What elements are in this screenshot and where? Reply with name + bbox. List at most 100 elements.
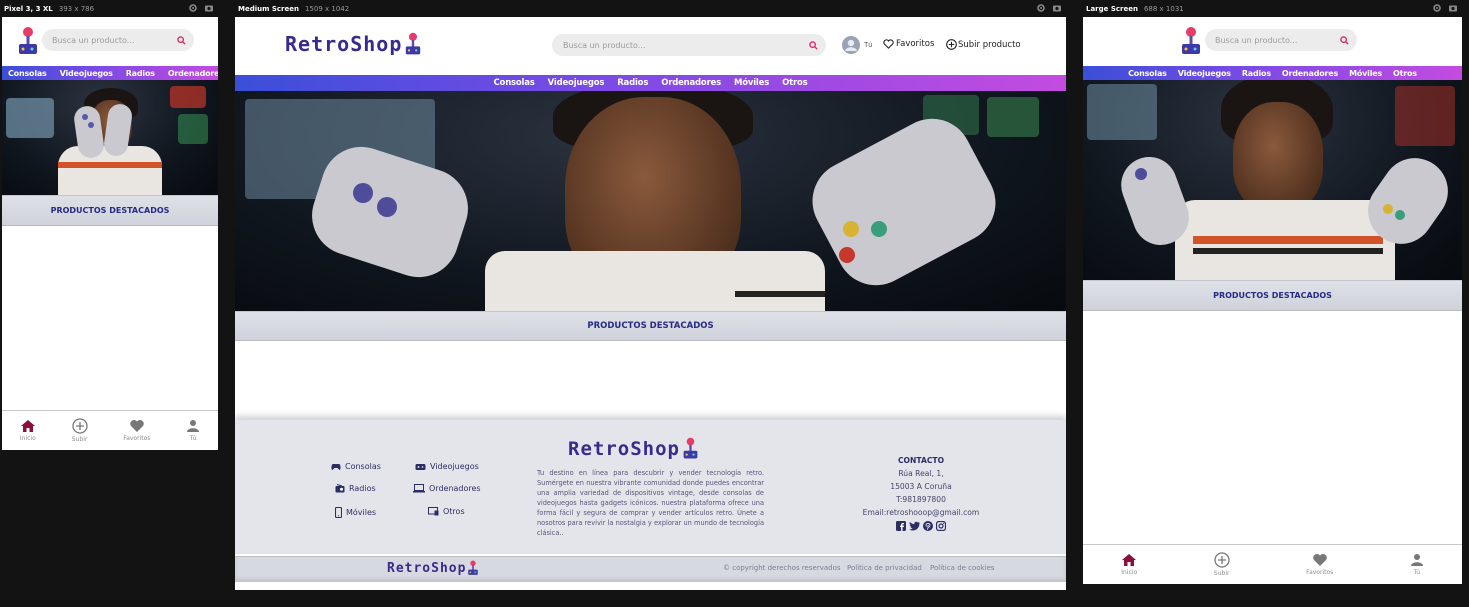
contact-address-line2: 15003 A Coruña — [890, 482, 952, 491]
nav-item-radios[interactable]: Radios — [126, 69, 155, 78]
nav-item-videojuegos[interactable]: Videojuegos — [1178, 69, 1231, 78]
search-placeholder: Busca un producto... — [52, 35, 135, 45]
footer-link-radios-label: Radios — [349, 484, 376, 493]
frame-tools-large — [1432, 3, 1458, 13]
footer-link-otros[interactable]: Otros — [428, 507, 465, 516]
privacy-policy-link[interactable]: Política de privacidad — [847, 564, 922, 572]
joystick-logo-icon — [683, 437, 698, 459]
heart-icon — [1312, 554, 1327, 566]
header: RetroShop Busca un producto... Tú Favori… — [235, 17, 1066, 75]
nav-item-consolas[interactable]: Consolas — [494, 78, 535, 88]
avatar-icon — [842, 36, 860, 54]
category-nav: Consolas Videojuegos Radios Ordenadores … — [235, 75, 1066, 91]
footer-link-moviles-label: Móviles — [346, 508, 377, 517]
bottom-nav-home[interactable]: Inicio — [20, 419, 36, 442]
joystick-logo-icon[interactable] — [1180, 26, 1202, 56]
home-icon — [1122, 554, 1137, 566]
instagram-icon[interactable] — [936, 521, 946, 531]
gamepad-icon — [331, 463, 341, 470]
favorites-link[interactable]: Favoritos — [883, 39, 934, 49]
frame-name-small: Pixel 3, 3 XL — [4, 5, 53, 13]
bottom-nav-upload[interactable]: Subir — [1214, 552, 1230, 577]
bottom-nav-upload[interactable]: Subir — [72, 418, 88, 443]
screenshot-icon[interactable] — [1448, 3, 1458, 13]
twitter-icon[interactable] — [909, 521, 920, 531]
bottom-nav-favorites-label: Favoritos — [1306, 569, 1334, 576]
footer-link-consolas[interactable]: Consolas — [331, 462, 381, 471]
category-nav: Consolas Videojuegos Radios Ordenadores — [2, 66, 218, 80]
header: Busca un producto... — [1083, 17, 1462, 66]
footer-link-moviles[interactable]: Móviles — [335, 507, 376, 518]
screenshot-icon[interactable] — [1052, 3, 1062, 13]
user-label: Tú — [864, 41, 873, 49]
bottom-nav-upload-label: Subir — [71, 436, 88, 443]
nav-item-consolas[interactable]: Consolas — [8, 69, 47, 78]
bottom-nav-favorites-label: Favoritos — [123, 435, 151, 442]
footer-link-ordenadores[interactable]: Ordenadores — [413, 484, 481, 493]
nav-item-videojuegos[interactable]: Videojuegos — [60, 69, 113, 78]
screenshot-icon[interactable] — [204, 3, 214, 13]
plus-circle-icon — [71, 418, 88, 434]
contact-address-line1: Rúa Real, 1, — [898, 469, 944, 478]
joystick-logo-icon[interactable] — [17, 26, 39, 56]
pinterest-icon[interactable] — [923, 521, 933, 531]
search-icon[interactable] — [809, 40, 818, 50]
featured-section-title: PRODUCTOS DESTACADOS — [2, 195, 218, 226]
upload-product-button[interactable]: Subir producto — [946, 39, 1021, 50]
footer-link-radios[interactable]: Radios — [335, 484, 376, 493]
search-input[interactable]: Busca un producto... — [42, 29, 194, 51]
bottom-nav: Inicio Subir Favoritos Tú — [1083, 544, 1462, 584]
nav-item-ordenadores[interactable]: Ordenadores — [661, 78, 721, 88]
frame-large: Busca un producto... Consolas Videojuego… — [1083, 17, 1462, 584]
bottom-nav-user[interactable]: Tú — [186, 419, 200, 442]
search-input[interactable]: Busca un producto... — [552, 34, 826, 56]
heart-outline-icon — [883, 39, 894, 49]
nav-item-radios[interactable]: Radios — [617, 78, 648, 88]
cookies-policy-link[interactable]: Política de cookies — [930, 564, 995, 572]
settings-icon[interactable] — [1036, 3, 1046, 13]
subfooter-brand-logo[interactable]: RetroShop — [387, 560, 479, 576]
plus-circle-icon — [1214, 552, 1230, 568]
contact-email[interactable]: Email:retroshooop@gmail.com — [841, 506, 1001, 519]
search-icon[interactable] — [1340, 35, 1349, 45]
bottom-nav-favorites[interactable]: Favoritos — [1306, 553, 1333, 576]
bottom-nav-upload-label: Subir — [1213, 570, 1230, 577]
nav-item-consolas[interactable]: Consolas — [1128, 69, 1167, 78]
frame-size-large: 688 x 1031 — [1143, 5, 1184, 13]
footer: Consolas Videojuegos Radios Ordenadores … — [235, 420, 1066, 554]
bottom-nav-home[interactable]: Inicio — [1121, 553, 1137, 576]
search-input[interactable]: Busca un producto... — [1205, 29, 1357, 51]
bottom-nav-favorites[interactable]: Favoritos — [123, 419, 150, 442]
nav-item-moviles[interactable]: Móviles — [1349, 69, 1382, 78]
nav-item-radios[interactable]: Radios — [1242, 69, 1271, 78]
bottom-nav-home-label: Inicio — [1121, 569, 1138, 576]
bottom-nav-user-label: Tú — [189, 435, 197, 442]
subfooter-brand-name: RetroShop — [387, 561, 467, 576]
footer-link-videojuegos[interactable]: Videojuegos — [415, 462, 479, 471]
footer-brand-logo[interactable]: RetroShop — [568, 437, 699, 460]
user-menu[interactable]: Tú — [842, 36, 872, 54]
footer-description: Tu destino en línea para descubrir y ven… — [537, 469, 764, 537]
bottom-nav-user[interactable]: Tú — [1410, 553, 1424, 576]
search-icon[interactable] — [177, 35, 186, 45]
nav-item-moviles[interactable]: Móviles — [734, 78, 769, 88]
featured-section-title: PRODUCTOS DESTACADOS — [1083, 280, 1462, 311]
facebook-icon[interactable] — [896, 521, 906, 531]
settings-icon[interactable] — [1432, 3, 1442, 13]
brand-logo[interactable]: RetroShop — [285, 32, 422, 56]
nav-item-otros[interactable]: Otros — [782, 78, 808, 88]
upload-product-label: Subir producto — [958, 39, 1021, 50]
settings-icon[interactable] — [188, 3, 198, 13]
footer-contact: CONTACTO Rúa Real, 1, 15003 A Coruña T:9… — [841, 454, 1001, 531]
nav-item-ordenadores[interactable]: Ordenadores — [168, 69, 218, 78]
plus-circle-icon — [946, 39, 957, 50]
nav-item-otros[interactable]: Otros — [1393, 69, 1417, 78]
footer-link-consolas-label: Consolas — [345, 462, 381, 471]
hero-image — [235, 91, 1066, 311]
search-placeholder: Busca un producto... — [1215, 35, 1298, 45]
nav-item-ordenadores[interactable]: Ordenadores — [1282, 69, 1338, 78]
frame-label-medium: Medium Screen 1509 x 1042 — [238, 4, 349, 14]
nav-item-videojuegos[interactable]: Videojuegos — [548, 78, 605, 88]
frame-medium: RetroShop Busca un producto... Tú Favori… — [235, 17, 1066, 590]
footer-link-ordenadores-label: Ordenadores — [429, 484, 481, 493]
